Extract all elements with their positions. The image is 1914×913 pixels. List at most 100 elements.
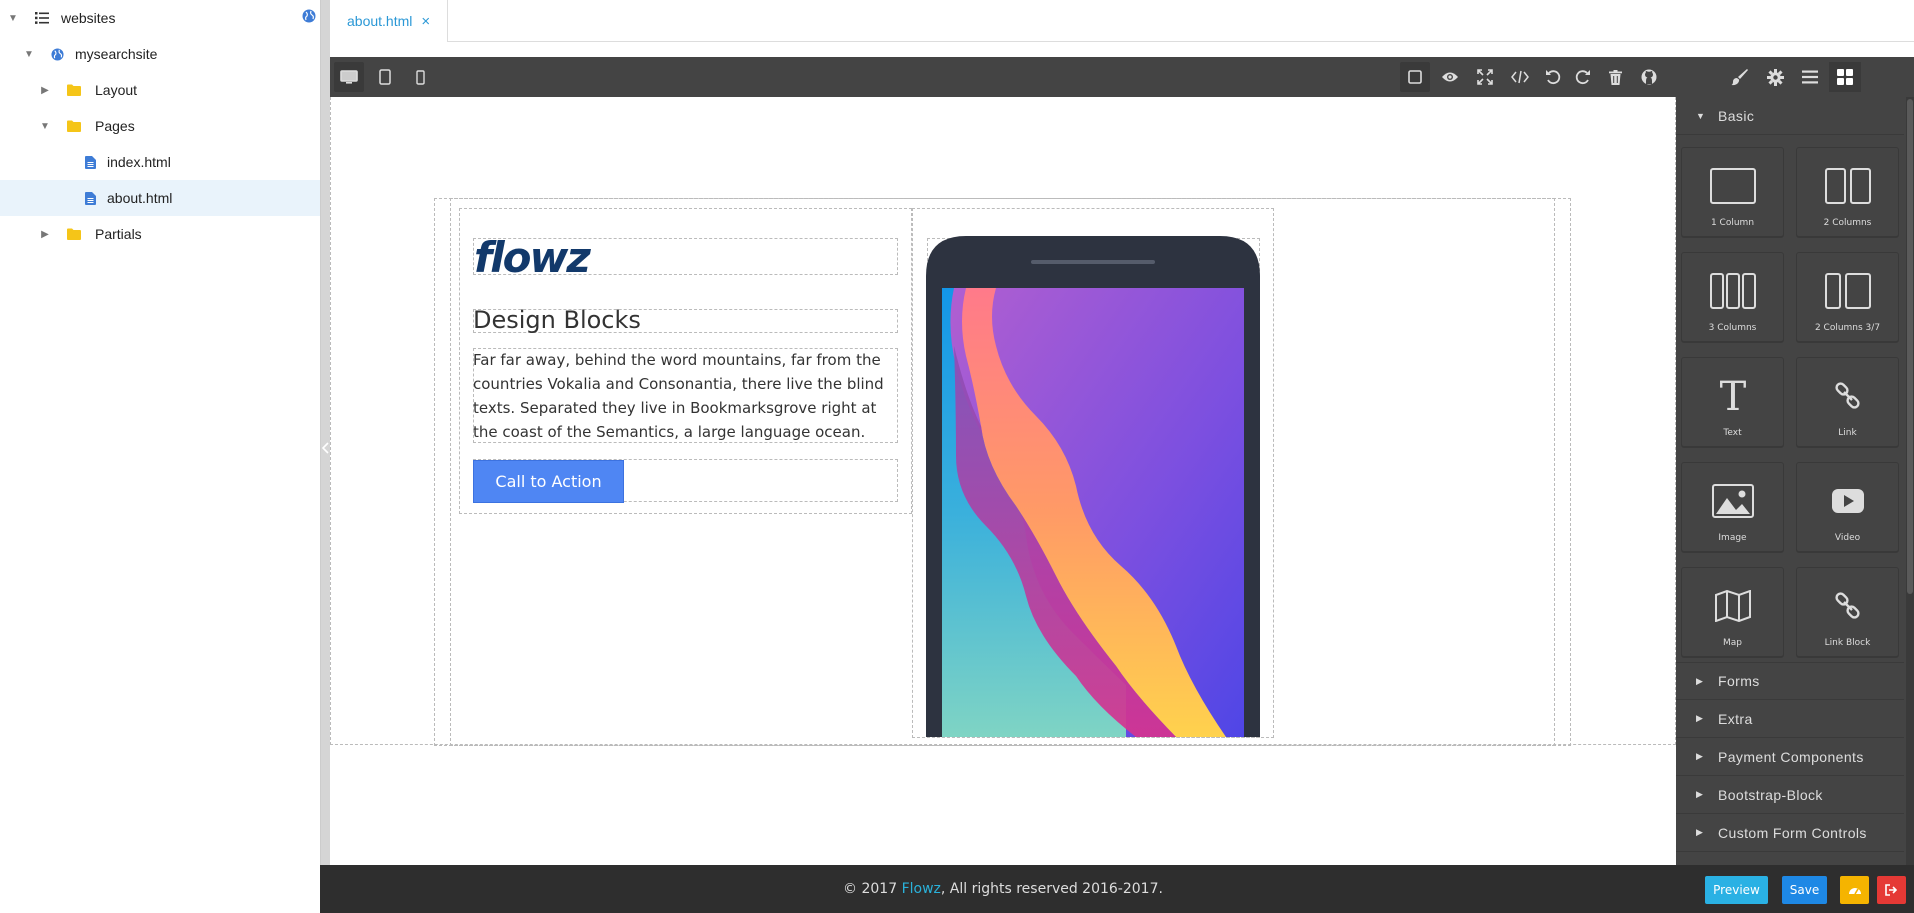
logout-button[interactable] [1877, 876, 1906, 904]
globe-icon [49, 46, 65, 62]
preview-button[interactable]: Preview [1705, 876, 1768, 904]
call-to-action-button[interactable]: Call to Action [473, 460, 624, 503]
block-link[interactable]: Link [1796, 357, 1899, 447]
tab-about-html[interactable]: about.html × [330, 0, 448, 42]
tree-site-mysearchsite[interactable]: ▼ mysearchsite [0, 36, 320, 72]
style-manager-button[interactable] [1724, 62, 1756, 92]
delete-button[interactable] [1600, 62, 1630, 92]
caret-down-icon[interactable]: ▼ [7, 12, 19, 24]
category-forms[interactable]: ▶ Forms [1676, 662, 1904, 700]
block-2-columns[interactable]: 2 Columns [1796, 147, 1899, 237]
caret-down-icon[interactable]: ▼ [39, 120, 51, 132]
dashboard-button[interactable] [1840, 876, 1869, 904]
category-custom-form-controls[interactable]: ▶ Custom Form Controls [1676, 814, 1904, 852]
tab-label: about.html [347, 13, 413, 29]
map-icon [1714, 586, 1751, 626]
three-columns-icon [1709, 271, 1756, 311]
paint-brush-icon [1731, 69, 1748, 86]
category-basic[interactable]: ▼ Basic [1676, 97, 1904, 135]
folder-icon [66, 226, 82, 242]
tree-file-label: index.html [107, 154, 171, 170]
tree-site-label: mysearchsite [75, 46, 158, 62]
tree-folder-layout[interactable]: ▶ Layout [0, 72, 320, 108]
redo-button[interactable] [1568, 62, 1598, 92]
tree-file-about[interactable]: about.html [0, 180, 320, 216]
caret-right-icon: ▶ [1696, 751, 1704, 761]
toggle-outline-button[interactable] [1400, 62, 1430, 92]
page-paragraph: Far far away, behind the word mountains,… [473, 351, 884, 441]
scrollbar-thumb[interactable] [1907, 99, 1913, 594]
layer-manager-button[interactable] [1794, 62, 1826, 92]
device-tablet-button[interactable] [370, 62, 400, 92]
caret-right-icon: ▶ [1696, 675, 1704, 686]
category-extra[interactable]: ▶ Extra [1676, 700, 1904, 738]
undo-icon [1546, 70, 1561, 85]
footer: © 2017 Flowz, All rights reserved 2016-2… [320, 865, 1914, 913]
close-icon[interactable]: × [421, 13, 430, 30]
preview-eye-button[interactable] [1435, 62, 1465, 92]
page-heading: Design Blocks [473, 306, 641, 334]
code-view-button[interactable] [1505, 62, 1535, 92]
block-image[interactable]: Image [1681, 462, 1784, 552]
block-map[interactable]: Map [1681, 567, 1784, 657]
sidebar-splitter[interactable] [320, 0, 330, 913]
flowz-logo: flowz [474, 233, 608, 283]
gear-icon [1766, 68, 1784, 86]
device-mobile-button[interactable] [405, 62, 435, 92]
globe-icon[interactable] [302, 9, 316, 26]
editor-toolbar [330, 57, 1914, 97]
tree-folder-partials[interactable]: ▶ Partials [0, 216, 320, 252]
editor-tabbar: about.html × [330, 0, 1914, 42]
blocks-panel: ▼ Basic 1 Column 2 Columns 3 Columns 2 C… [1676, 97, 1914, 865]
sign-out-icon [1885, 884, 1898, 896]
copyright-text: © 2017 Flowz, All rights reserved 2016-2… [843, 881, 1163, 897]
block-1-column[interactable]: 1 Column [1681, 147, 1784, 237]
folder-icon [66, 118, 82, 134]
caret-down-icon[interactable]: ▼ [23, 48, 35, 60]
panel-scrollbar[interactable] [1906, 97, 1914, 865]
github-icon [1641, 69, 1657, 85]
tree-folder-label: Pages [95, 118, 135, 134]
file-icon [82, 154, 98, 170]
device-desktop-button[interactable] [334, 62, 364, 92]
tablet-icon [379, 69, 391, 85]
bars-icon [1802, 70, 1818, 84]
tree-root-label: websites [61, 10, 116, 26]
code-icon [1511, 70, 1529, 84]
settings-button[interactable] [1759, 62, 1791, 92]
block-text[interactable]: T Text [1681, 357, 1784, 447]
list-icon [34, 10, 50, 26]
blocks-manager-button[interactable] [1829, 62, 1861, 92]
fullscreen-button[interactable] [1470, 62, 1500, 92]
block-link-block[interactable]: Link Block [1796, 567, 1899, 657]
caret-right-icon: ▶ [1696, 827, 1704, 837]
tree-folder-label: Partials [95, 226, 142, 242]
link-icon [1833, 376, 1863, 416]
category-payment-components[interactable]: ▶ Payment Components [1676, 738, 1904, 776]
redo-icon [1575, 70, 1590, 85]
caret-right-icon: ▶ [1696, 789, 1704, 799]
tree-file-index[interactable]: index.html [0, 144, 320, 180]
svg-text:flowz: flowz [474, 238, 591, 278]
file-icon [82, 190, 98, 206]
grid-blocks-icon [1837, 69, 1853, 85]
save-button[interactable]: Save [1782, 876, 1827, 904]
brand-link[interactable]: Flowz [902, 881, 941, 897]
caret-right-icon: ▶ [1696, 713, 1704, 723]
block-3-columns[interactable]: 3 Columns [1681, 252, 1784, 342]
eye-icon [1442, 72, 1458, 82]
caret-down-icon: ▼ [1696, 110, 1706, 121]
svg-text:T: T [1719, 376, 1746, 416]
file-tree: ▼ websites ▼ mysearchsite ▶ Layout ▼ Pag… [0, 0, 320, 913]
tree-root-websites[interactable]: ▼ websites [0, 0, 320, 36]
block-video[interactable]: Video [1796, 462, 1899, 552]
category-bootstrap-block[interactable]: ▶ Bootstrap-Block [1676, 776, 1904, 814]
block-2-columns-37[interactable]: 2 Columns 3/7 [1796, 252, 1899, 342]
caret-right-icon[interactable]: ▶ [39, 84, 51, 96]
tree-folder-label: Layout [95, 82, 138, 98]
undo-button[interactable] [1538, 62, 1568, 92]
github-button[interactable] [1634, 62, 1664, 92]
chevron-left-icon[interactable] [321, 442, 329, 457]
tree-folder-pages[interactable]: ▼ Pages [0, 108, 320, 144]
caret-right-icon[interactable]: ▶ [39, 228, 51, 240]
